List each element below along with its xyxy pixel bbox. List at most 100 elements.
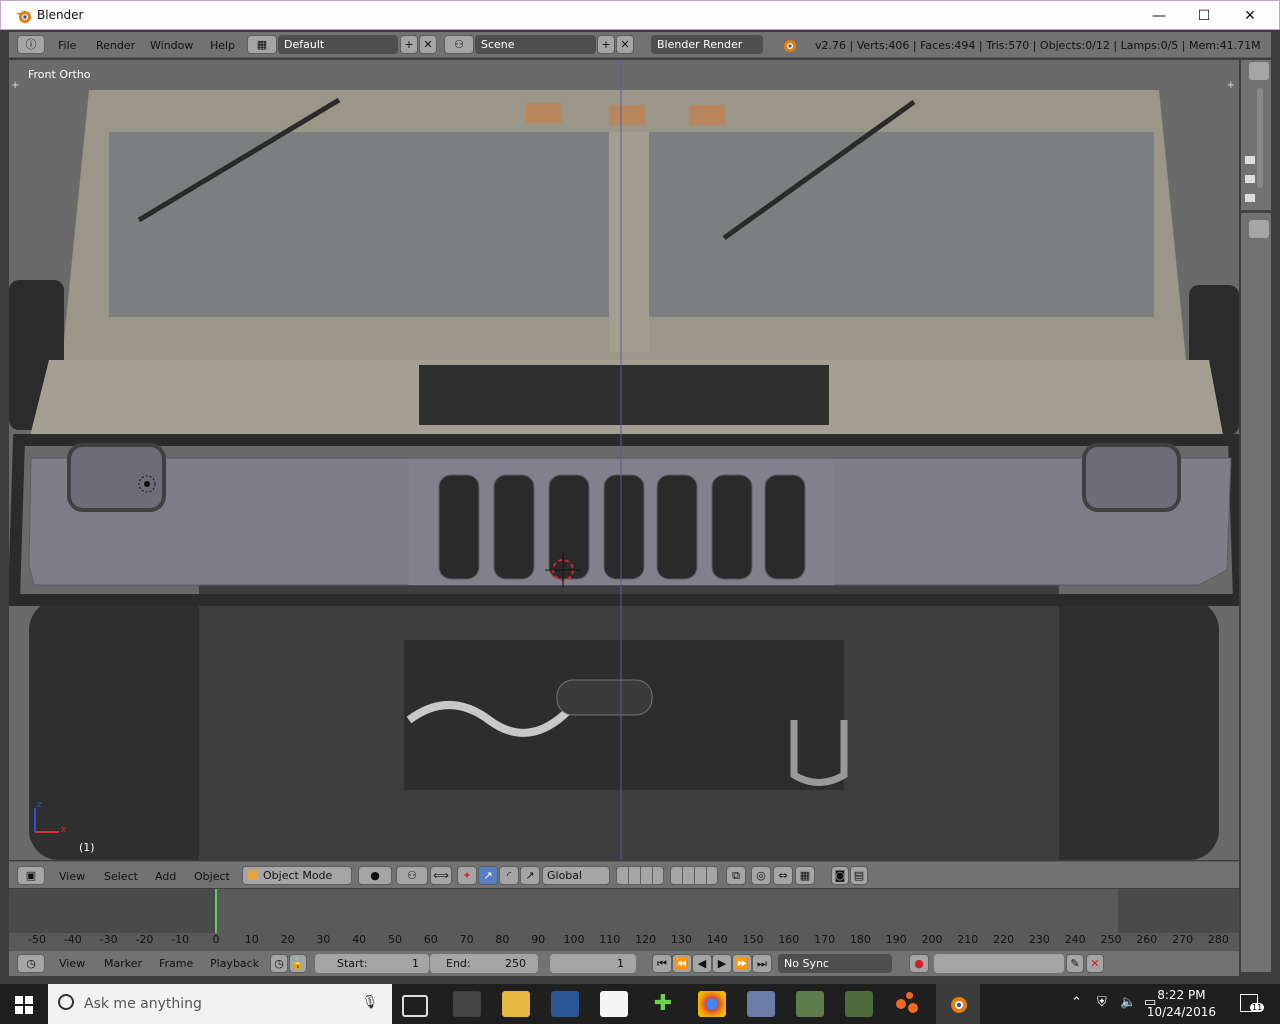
app-icon-media[interactable] bbox=[453, 991, 481, 1017]
sync-mode-dropdown[interactable]: No Sync bbox=[778, 954, 892, 973]
security-icon[interactable]: ⛨ bbox=[1097, 995, 1107, 1010]
menu-marker[interactable]: Marker bbox=[104, 957, 142, 970]
store-icon[interactable] bbox=[551, 991, 579, 1017]
blender-taskbar-icon[interactable] bbox=[936, 984, 980, 1024]
current-frame-playhead[interactable] bbox=[215, 889, 217, 933]
app-icon-orange-dots[interactable] bbox=[894, 991, 922, 1017]
app-icon-photo-1[interactable] bbox=[796, 991, 824, 1017]
mode-dropdown[interactable]: Object Mode bbox=[242, 866, 352, 885]
timeline-tick-label: 130 bbox=[670, 933, 692, 946]
task-view-icon[interactable] bbox=[402, 995, 428, 1017]
plus-app-icon[interactable]: ✚ bbox=[649, 991, 677, 1017]
properties-toggle-icon[interactable]: + bbox=[1227, 80, 1235, 91]
chevron-up-icon[interactable]: ⌃ bbox=[1071, 995, 1082, 1010]
scale-manipulator-button[interactable]: ↗ bbox=[520, 866, 540, 885]
lock-layers-icon[interactable]: ⧉ bbox=[726, 866, 746, 885]
render-camera-icon[interactable]: ◙ bbox=[831, 866, 849, 885]
action-center-icon[interactable]: 11 bbox=[1240, 994, 1265, 1012]
close-button[interactable]: ✕ bbox=[1235, 5, 1265, 27]
layer-buttons-1[interactable] bbox=[616, 866, 664, 885]
rotate-manipulator-button[interactable]: ◜ bbox=[499, 866, 519, 885]
chrome-icon[interactable] bbox=[698, 991, 726, 1017]
snap-icon[interactable]: ⇔ bbox=[773, 866, 793, 885]
cortana-icon bbox=[58, 994, 74, 1010]
remove-screen-button[interactable]: ✕ bbox=[419, 35, 437, 54]
timeline-area[interactable]: -50 -40 -30 -20 -10 0 10 20 30 40 50 60 70 80 90 100 110… bbox=[9, 889, 1239, 951]
insert-keyframe-icon[interactable]: ✎ bbox=[1066, 954, 1084, 973]
timeline-tick-label: -50 bbox=[28, 933, 46, 946]
volume-muted-icon[interactable]: 🔈 bbox=[1120, 995, 1136, 1010]
delete-keyframe-icon[interactable]: ✕ bbox=[1086, 954, 1104, 973]
jump-keyframe-forward-icon[interactable]: ⏩ bbox=[732, 954, 752, 973]
menu-render[interactable]: Render bbox=[96, 39, 135, 52]
app-icon-photo-2[interactable] bbox=[845, 991, 873, 1017]
translate-manipulator-button[interactable]: ↗ bbox=[478, 866, 498, 885]
add-screen-button[interactable]: + bbox=[400, 35, 418, 54]
editor-type-timeline-button[interactable]: ◷ bbox=[17, 954, 45, 973]
render-clapper-icon[interactable]: ▤ bbox=[850, 866, 868, 885]
timeline-tick-label: 60 bbox=[423, 933, 438, 946]
camera-icon bbox=[1245, 156, 1255, 164]
menu-file[interactable]: File bbox=[58, 39, 76, 52]
menu-help[interactable]: Help bbox=[210, 39, 235, 52]
remove-scene-button[interactable]: ✕ bbox=[616, 35, 634, 54]
manipulator-toggle[interactable]: ⟺ bbox=[430, 866, 452, 885]
toolshelf-toggle-icon[interactable]: + bbox=[11, 80, 19, 91]
menu-add[interactable]: Add bbox=[155, 870, 176, 883]
current-frame-field[interactable]: 1 bbox=[550, 954, 636, 973]
x-icon: ✕ bbox=[423, 38, 433, 51]
end-frame-field[interactable]: End: 250 bbox=[430, 954, 538, 973]
windows-start-icon[interactable] bbox=[15, 996, 33, 1014]
amazon-icon[interactable] bbox=[600, 991, 628, 1017]
app-icon-paint[interactable] bbox=[747, 991, 775, 1017]
menu-frame[interactable]: Frame bbox=[159, 957, 193, 970]
minimize-button[interactable]: — bbox=[1144, 5, 1174, 27]
scene-selector[interactable]: ⚇ bbox=[444, 35, 474, 54]
menu-select[interactable]: Select bbox=[104, 870, 138, 883]
outliner-scrollbar[interactable] bbox=[1257, 88, 1263, 188]
jump-keyframe-back-icon[interactable]: ⏪ bbox=[672, 954, 692, 973]
add-scene-button[interactable]: + bbox=[597, 35, 615, 54]
snap-element-icon[interactable]: ▦ bbox=[795, 866, 815, 885]
play-icon[interactable]: ▶ bbox=[712, 954, 732, 973]
scale-icon: ↗ bbox=[525, 869, 535, 882]
record-keyframe-icon[interactable]: ● bbox=[909, 954, 929, 973]
menu-window[interactable]: Window bbox=[150, 39, 193, 52]
proportional-edit-icon[interactable]: ◎ bbox=[751, 866, 771, 885]
play-reverse-icon[interactable]: ◀ bbox=[692, 954, 712, 973]
start-frame-field[interactable]: Start: 1 bbox=[315, 954, 429, 973]
render-engine-dropdown[interactable]: Blender Render bbox=[651, 35, 763, 54]
menu-view[interactable]: View bbox=[59, 870, 85, 883]
menu-playback[interactable]: Playback bbox=[210, 957, 259, 970]
screen-layout-selector[interactable]: ▦ bbox=[247, 35, 277, 54]
screen-layout-field[interactable]: Default bbox=[278, 35, 398, 54]
timeline-tick-label: 270 bbox=[1172, 933, 1194, 946]
maximize-button[interactable]: ☐ bbox=[1189, 5, 1219, 27]
menu-view[interactable]: View bbox=[59, 957, 85, 970]
outliner-properties-strip[interactable] bbox=[1241, 60, 1271, 972]
taskbar-clock[interactable]: 8:22 PM 10/24/2016 bbox=[1147, 987, 1216, 1021]
file-explorer-icon[interactable] bbox=[502, 991, 530, 1017]
keying-set-field[interactable] bbox=[934, 954, 1064, 973]
cortana-search-box[interactable]: Ask me anything 🎙 bbox=[48, 984, 392, 1024]
timeline-tick-label: -10 bbox=[171, 933, 190, 946]
menu-object[interactable]: Object bbox=[194, 870, 230, 883]
jump-end-icon[interactable]: ⏭ bbox=[752, 954, 772, 973]
start-label: Start: bbox=[337, 957, 368, 970]
properties-editor-icon[interactable] bbox=[1249, 220, 1269, 238]
transform-orientation-dropdown[interactable]: Global bbox=[542, 866, 610, 885]
outliner-editor-icon[interactable] bbox=[1249, 62, 1269, 80]
timeline-tick-label: -40 bbox=[63, 933, 82, 946]
preview-range-icon[interactable]: ◷ bbox=[270, 954, 288, 973]
jump-start-icon[interactable]: ⏮ bbox=[652, 954, 672, 973]
lock-icon[interactable]: 🔒 bbox=[289, 954, 307, 973]
viewport-shading-dropdown[interactable]: ● bbox=[358, 866, 392, 885]
editor-type-3dview-button[interactable]: ▣ bbox=[17, 866, 45, 885]
transform-manipulator-button[interactable]: ✦ bbox=[457, 866, 477, 885]
pivot-point-dropdown[interactable]: ⚇ bbox=[396, 866, 428, 885]
editor-type-info-button[interactable]: ⓘ bbox=[17, 35, 45, 54]
scene-field[interactable]: Scene bbox=[475, 35, 596, 54]
layer-buttons-2[interactable] bbox=[670, 866, 718, 885]
3d-viewport[interactable]: z x Front Ortho (1) + + bbox=[9, 60, 1239, 860]
microphone-icon[interactable]: 🎙 bbox=[361, 995, 378, 1010]
